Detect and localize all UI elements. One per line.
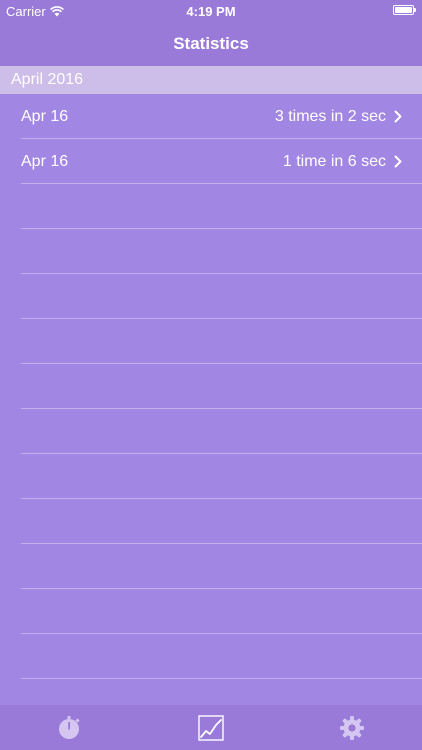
line-chart-icon xyxy=(198,714,224,741)
empty-row xyxy=(0,364,422,409)
empty-row xyxy=(0,679,422,705)
tab-timer[interactable] xyxy=(0,705,140,750)
list-item[interactable]: Apr 16 3 times in 2 sec xyxy=(0,94,422,139)
list-item[interactable]: Apr 16 1 time in 6 sec xyxy=(0,139,422,184)
row-date: Apr 16 xyxy=(21,108,69,125)
empty-row xyxy=(0,229,422,274)
empty-row xyxy=(0,499,422,544)
battery-icon xyxy=(393,5,416,15)
row-summary: 1 time in 6 sec xyxy=(282,153,386,170)
navigation-bar: Statistics xyxy=(0,22,422,66)
empty-row xyxy=(0,589,422,634)
tab-statistics[interactable] xyxy=(141,705,281,750)
empty-row xyxy=(0,544,422,589)
section-header: April 2016 xyxy=(0,66,422,94)
chevron-right-icon xyxy=(394,155,402,168)
empty-row xyxy=(0,454,422,499)
empty-row xyxy=(0,319,422,364)
empty-row xyxy=(0,409,422,454)
stopwatch-icon xyxy=(59,715,80,739)
statistics-list[interactable]: Apr 16 3 times in 2 sec Apr 16 1 time in… xyxy=(0,94,422,705)
status-time: 4:19 PM xyxy=(186,4,236,19)
empty-row xyxy=(0,184,422,229)
chevron-right-icon xyxy=(394,110,402,123)
empty-row xyxy=(0,274,422,319)
gear-icon xyxy=(340,715,364,740)
empty-row xyxy=(0,634,422,679)
status-bar: Carrier 4:19 PM xyxy=(0,0,422,22)
row-summary: 3 times in 2 sec xyxy=(274,108,386,125)
page-title: Statistics xyxy=(173,34,249,53)
tab-bar xyxy=(0,705,422,750)
row-date: Apr 16 xyxy=(21,153,69,170)
tab-settings[interactable] xyxy=(282,705,422,750)
